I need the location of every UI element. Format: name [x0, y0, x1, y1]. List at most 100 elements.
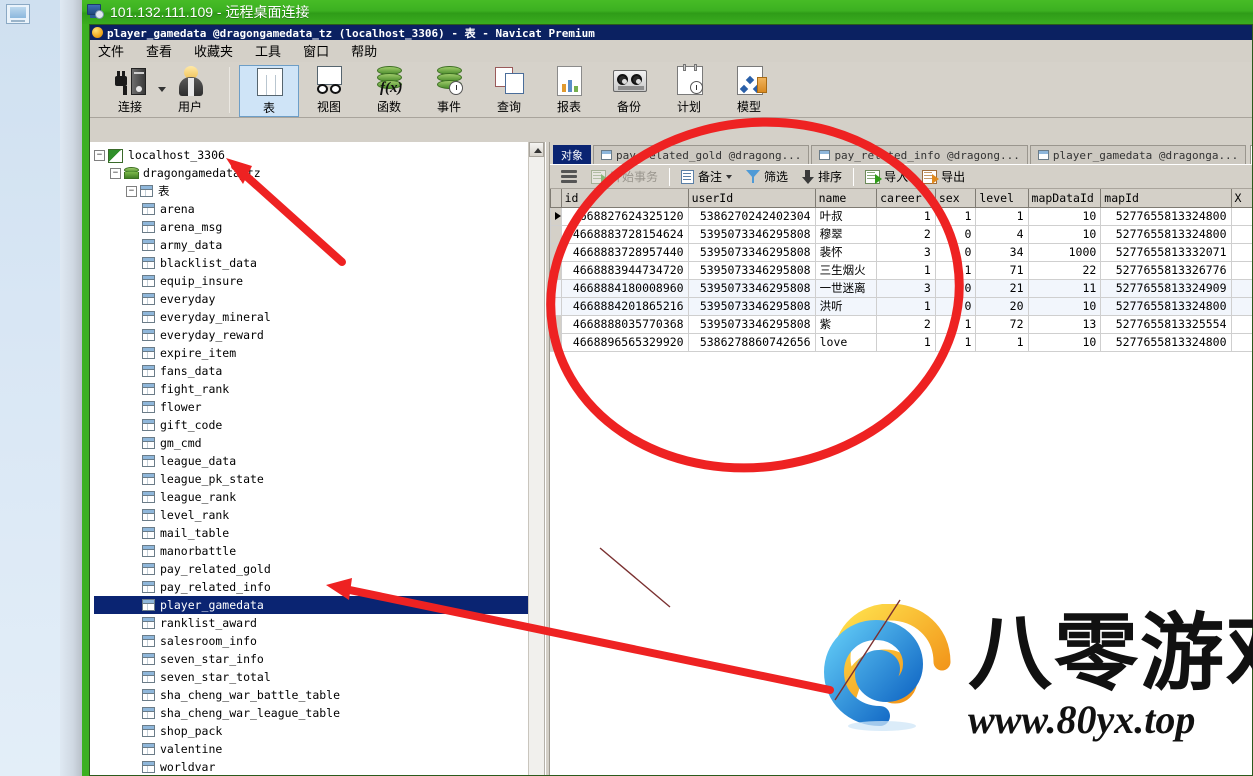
cell-career[interactable]: 1: [876, 296, 936, 316]
import-button[interactable]: 导入: [858, 166, 915, 187]
column-header-career[interactable]: career: [876, 189, 936, 208]
cell-mapId[interactable]: 5277655813325554: [1100, 314, 1232, 334]
toolbar-event-button[interactable]: 事件: [419, 65, 479, 117]
tree-table-league_pk_state[interactable]: league_pk_state: [94, 470, 544, 488]
cell-sex[interactable]: 1: [934, 314, 977, 334]
tree-table-blacklist_data[interactable]: blacklist_data: [94, 254, 544, 272]
grid-menu-button[interactable]: [554, 166, 584, 187]
tree-table-salesroom_info[interactable]: salesroom_info: [94, 632, 544, 650]
cell-mapDataId[interactable]: 13: [1027, 314, 1102, 334]
cell-sex[interactable]: 0: [934, 242, 977, 262]
cell-sex[interactable]: 0: [934, 224, 977, 244]
filter-button[interactable]: 筛选: [739, 166, 795, 187]
row-selector[interactable]: [550, 296, 562, 316]
cell-mapId[interactable]: 5277655813324800: [1100, 296, 1232, 316]
scrollbar-track[interactable]: [529, 157, 544, 775]
table-row[interactable]: 4668884180008960 5395073346295808 一世迷离 3 0 21…: [550, 278, 1252, 298]
menu-favorites[interactable]: 收藏夹: [194, 41, 233, 60]
cell-career[interactable]: 1: [876, 260, 936, 280]
tree-node-tables-folder[interactable]: − 表: [94, 182, 544, 200]
toolbar-user-button[interactable]: 用户: [160, 65, 220, 117]
cell-id[interactable]: 4668883728154624: [560, 224, 689, 244]
tree-table-gm_cmd[interactable]: gm_cmd: [94, 434, 544, 452]
cell-career[interactable]: 1: [876, 206, 936, 226]
cell-name[interactable]: love: [814, 332, 878, 352]
row-selector[interactable]: [550, 206, 562, 226]
sidebar-scrollbar[interactable]: [528, 142, 544, 775]
table-row[interactable]: 4668884201865216 5395073346295808 洪听 1 0 20 10…: [550, 296, 1252, 316]
cell-career[interactable]: 3: [876, 242, 936, 262]
tree-table-seven_star_info[interactable]: seven_star_info: [94, 650, 544, 668]
tree-table-army_data[interactable]: army_data: [94, 236, 544, 254]
grid-corner-header[interactable]: [550, 189, 562, 208]
menu-file[interactable]: 文件: [98, 41, 124, 60]
cell-mapId[interactable]: 5277655813324909: [1100, 278, 1232, 298]
cell-X[interactable]: [1230, 224, 1252, 244]
cell-X[interactable]: [1230, 332, 1252, 352]
row-selector[interactable]: [550, 224, 562, 244]
desktop-icon[interactable]: [6, 4, 30, 24]
cell-X[interactable]: [1230, 314, 1252, 334]
cell-X[interactable]: [1230, 278, 1252, 298]
table-row[interactable]: 4668827624325120 5386270242402304 叶叔 1 1 1 10 5…: [550, 206, 1252, 226]
cell-career[interactable]: 3: [876, 278, 936, 298]
cell-X[interactable]: [1230, 296, 1252, 316]
sort-button[interactable]: 排序: [795, 166, 849, 187]
cell-mapDataId[interactable]: 22: [1027, 260, 1102, 280]
cell-id[interactable]: 4668883728957440: [560, 242, 689, 262]
cell-name[interactable]: 一世迷离: [814, 278, 878, 298]
cell-mapId[interactable]: 5277655813332071: [1100, 242, 1232, 262]
tree-table-player_gamedata[interactable]: player_gamedata: [94, 596, 544, 614]
cell-name[interactable]: 裴怀: [814, 242, 878, 262]
cell-sex[interactable]: 1: [934, 260, 977, 280]
cell-userId[interactable]: 5395073346295808: [687, 260, 816, 280]
column-header-level[interactable]: level: [975, 189, 1029, 208]
row-selector[interactable]: [550, 260, 562, 280]
cell-userId[interactable]: 5386278860742656: [687, 332, 816, 352]
cell-userId[interactable]: 5395073346295808: [687, 224, 816, 244]
cell-level[interactable]: 4: [975, 224, 1029, 244]
toolbar-schedule-button[interactable]: 计划: [659, 64, 719, 117]
tree-table-flower[interactable]: flower: [94, 398, 544, 416]
tree-table-manorbattle[interactable]: manorbattle: [94, 542, 544, 560]
cell-X[interactable]: [1230, 260, 1252, 280]
collapse-icon[interactable]: −: [94, 149, 105, 161]
cell-mapDataId[interactable]: 10: [1027, 332, 1102, 352]
table-row[interactable]: 4668883728154624 5395073346295808 穆翠 2 0 4 10 5…: [550, 224, 1252, 244]
tree-table-level_rank[interactable]: level_rank: [94, 506, 544, 524]
object-tree-sidebar[interactable]: − localhost_3306 − dragongamedata_tz − 表…: [90, 142, 545, 775]
tree-table-sha_cheng_war_league_table[interactable]: sha_cheng_war_league_table: [94, 704, 544, 722]
cell-level[interactable]: 20: [975, 296, 1029, 316]
chevron-down-icon[interactable]: [726, 174, 733, 179]
cell-id[interactable]: 4668883944734720: [560, 260, 689, 280]
collapse-icon[interactable]: −: [126, 185, 137, 197]
tree-table-gift_code[interactable]: gift_code: [94, 416, 544, 434]
cell-mapDataId[interactable]: 11: [1027, 278, 1102, 298]
toolbar-report-button[interactable]: 报表: [539, 65, 599, 117]
cell-userId[interactable]: 5395073346295808: [687, 296, 816, 316]
row-selector[interactable]: [550, 242, 562, 262]
cell-mapId[interactable]: 5277655813324800: [1100, 206, 1232, 226]
toolbar-backup-button[interactable]: 备份: [599, 65, 659, 117]
tree-table-fight_rank[interactable]: fight_rank: [94, 380, 544, 398]
toolbar-view-button[interactable]: 视图: [299, 65, 359, 117]
cell-mapDataId[interactable]: 1000: [1027, 242, 1102, 262]
cell-career[interactable]: 2: [876, 224, 936, 244]
cell-sex[interactable]: 1: [934, 206, 977, 226]
cell-mapDataId[interactable]: 10: [1027, 224, 1102, 244]
menu-tools[interactable]: 工具: [255, 41, 281, 60]
menu-window[interactable]: 窗口: [303, 41, 329, 60]
tab-1[interactable]: pay_related_gold @dragong...: [593, 145, 810, 164]
toolbar-query-button[interactable]: 查询: [479, 65, 539, 117]
cell-X[interactable]: [1230, 206, 1252, 226]
tree-table-shop_pack[interactable]: shop_pack: [94, 722, 544, 740]
collapse-icon[interactable]: −: [110, 167, 121, 179]
cell-name[interactable]: 紫: [814, 314, 878, 334]
tree-table-everyday_mineral[interactable]: everyday_mineral: [94, 308, 544, 326]
tree-table-valentine[interactable]: valentine: [94, 740, 544, 758]
cell-sex[interactable]: 1: [934, 332, 977, 352]
cell-X[interactable]: [1230, 242, 1252, 262]
tree-table-worldvar[interactable]: worldvar: [94, 758, 544, 775]
tree-table-equip_insure[interactable]: equip_insure: [94, 272, 544, 290]
cell-userId[interactable]: 5395073346295808: [687, 242, 816, 262]
